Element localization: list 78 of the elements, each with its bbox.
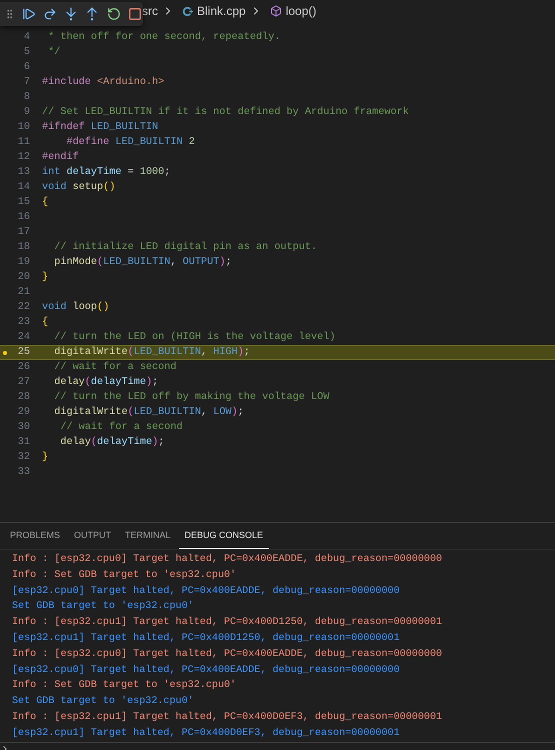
console-line: Info : Set GDB target to 'esp32.cpu0' [12,678,238,694]
line-number: 5 [22,46,30,60]
stop-button[interactable] [126,6,143,22]
console-line: [esp32.cpu1] Target halted, PC=0x400D1250, debug_reason=00000001 [12,632,401,646]
line-number: 4 [22,30,30,45]
breadcrumb-item[interactable]: Blink.cpp [197,2,246,20]
console-line: Info : [esp32.cpu0] Target halted, PC=0x400EADDE, debug_reason=00000000 [12,648,444,662]
continue-button[interactable] [20,6,37,22]
console-line: [esp32.cpu0] Target halted, PC=0x400EADDE, debug_reason=00000000 [12,584,401,599]
line-number: 33 [16,466,30,480]
line-number: 8 [22,90,30,105]
line-number: 14 [16,180,30,195]
console-line: Info : [esp32.cpu0] Target halted, PC=0x400EADDE, debug_reason=00000000 [12,552,444,567]
code-line: void loop() [42,300,110,315]
code-line: // wait for a second [53,360,176,375]
code-line: // wait for a second [59,420,183,435]
code-line: // turn the LED off by making the voltage LOW [53,390,330,405]
panel-tab[interactable]: PROBLEMS [4,523,66,549]
cube-icon [270,5,282,17]
line-number: 21 [16,286,30,300]
line-number: 27 [16,376,30,390]
code-line: #include <Arduino.h> [42,76,164,90]
line-number: 18 [16,240,30,255]
code-line: void setup() [42,180,116,195]
code-line: // initialize LED digital pin as an output. [53,240,318,255]
code-line: pinMode(LED_BUILTIN, OUTPUT); [53,256,232,270]
line-number: 17 [16,226,30,240]
console-line: Info : [esp32.cpu1] Target halted, PC=0x400D1250, debug_reason=00000001 [12,616,444,630]
line-number: 22 [16,300,30,315]
cpp-file-icon [182,6,193,16]
code-line: delay(delayTime); [59,436,164,450]
console-line: Set GDB target to 'esp32.cpu0' [12,600,195,614]
breadcrumb-item[interactable]: loop() [286,2,316,20]
console-line: [esp32.cpu1] Target halted, PC=0x400D0EF3, debug_reason=00000001 [12,726,401,741]
line-number: 25 [16,346,30,360]
code-line: { [42,196,48,210]
line-number: 13 [16,166,30,180]
line-number: 12 [16,150,30,165]
panel-tab[interactable]: TERMINAL [119,523,177,549]
code-line: int delayTime = 1000; [42,166,170,180]
code-line: delay(delayTime); [53,376,158,390]
code-line: { [42,316,48,330]
console-line: Info : [esp32.cpu1] Target halted, PC=0x400D0EF3, debug_reason=00000001 [12,710,444,725]
line-number: 9 [22,106,30,120]
line-number: 32 [16,450,30,465]
line-number: 7 [22,76,30,90]
line-number: 10 [16,120,30,135]
console-line: Set GDB target to 'esp32.cpu0' [12,694,195,710]
code-line: digitalWrite(LED_BUILTIN, LOW); [53,406,244,420]
line-number: 15 [16,196,30,210]
line-number: 24 [16,330,30,345]
line-number: 16 [16,210,30,225]
line-number: 29 [16,406,30,420]
line-number: 19 [16,256,30,270]
code-line: // turn the LED on (HIGH is the voltage level) [53,330,336,345]
code-line: digitalWrite(LED_BUILTIN, HIGH); [53,346,250,360]
panel-tab[interactable]: DEBUG CONSOLE [178,523,270,549]
code-line: #ifndef LED_BUILTIN [42,120,158,135]
code-line: #define LED_BUILTIN 2 [65,136,195,150]
console-line: Info : Set GDB target to 'esp32.cpu0' [12,568,238,583]
code-line: // Set LED_BUILTIN if it is not defined by Arduino framework [42,106,409,120]
line-number: 23 [16,316,30,330]
breadcrumb-item[interactable]: src [142,2,158,20]
panel-tab[interactable]: OUTPUT [68,523,118,549]
line-number: 6 [22,60,30,75]
code-line: * then off for one second, repeatedly. [47,30,280,45]
line-number: 31 [16,436,30,450]
console-line: [esp32.cpu0] Target halted, PC=0x400EADDE, debug_reason=00000000 [12,664,401,678]
code-line: } [42,270,48,285]
code-line: #endif [42,150,79,165]
code-line: */ [47,46,60,60]
restart-button[interactable] [105,6,122,22]
line-number: 11 [16,136,30,150]
line-number: 30 [16,420,30,435]
line-number: 20 [16,270,30,285]
line-number: 28 [16,390,30,405]
code-line: } [42,450,48,465]
line-number: 26 [16,360,30,375]
